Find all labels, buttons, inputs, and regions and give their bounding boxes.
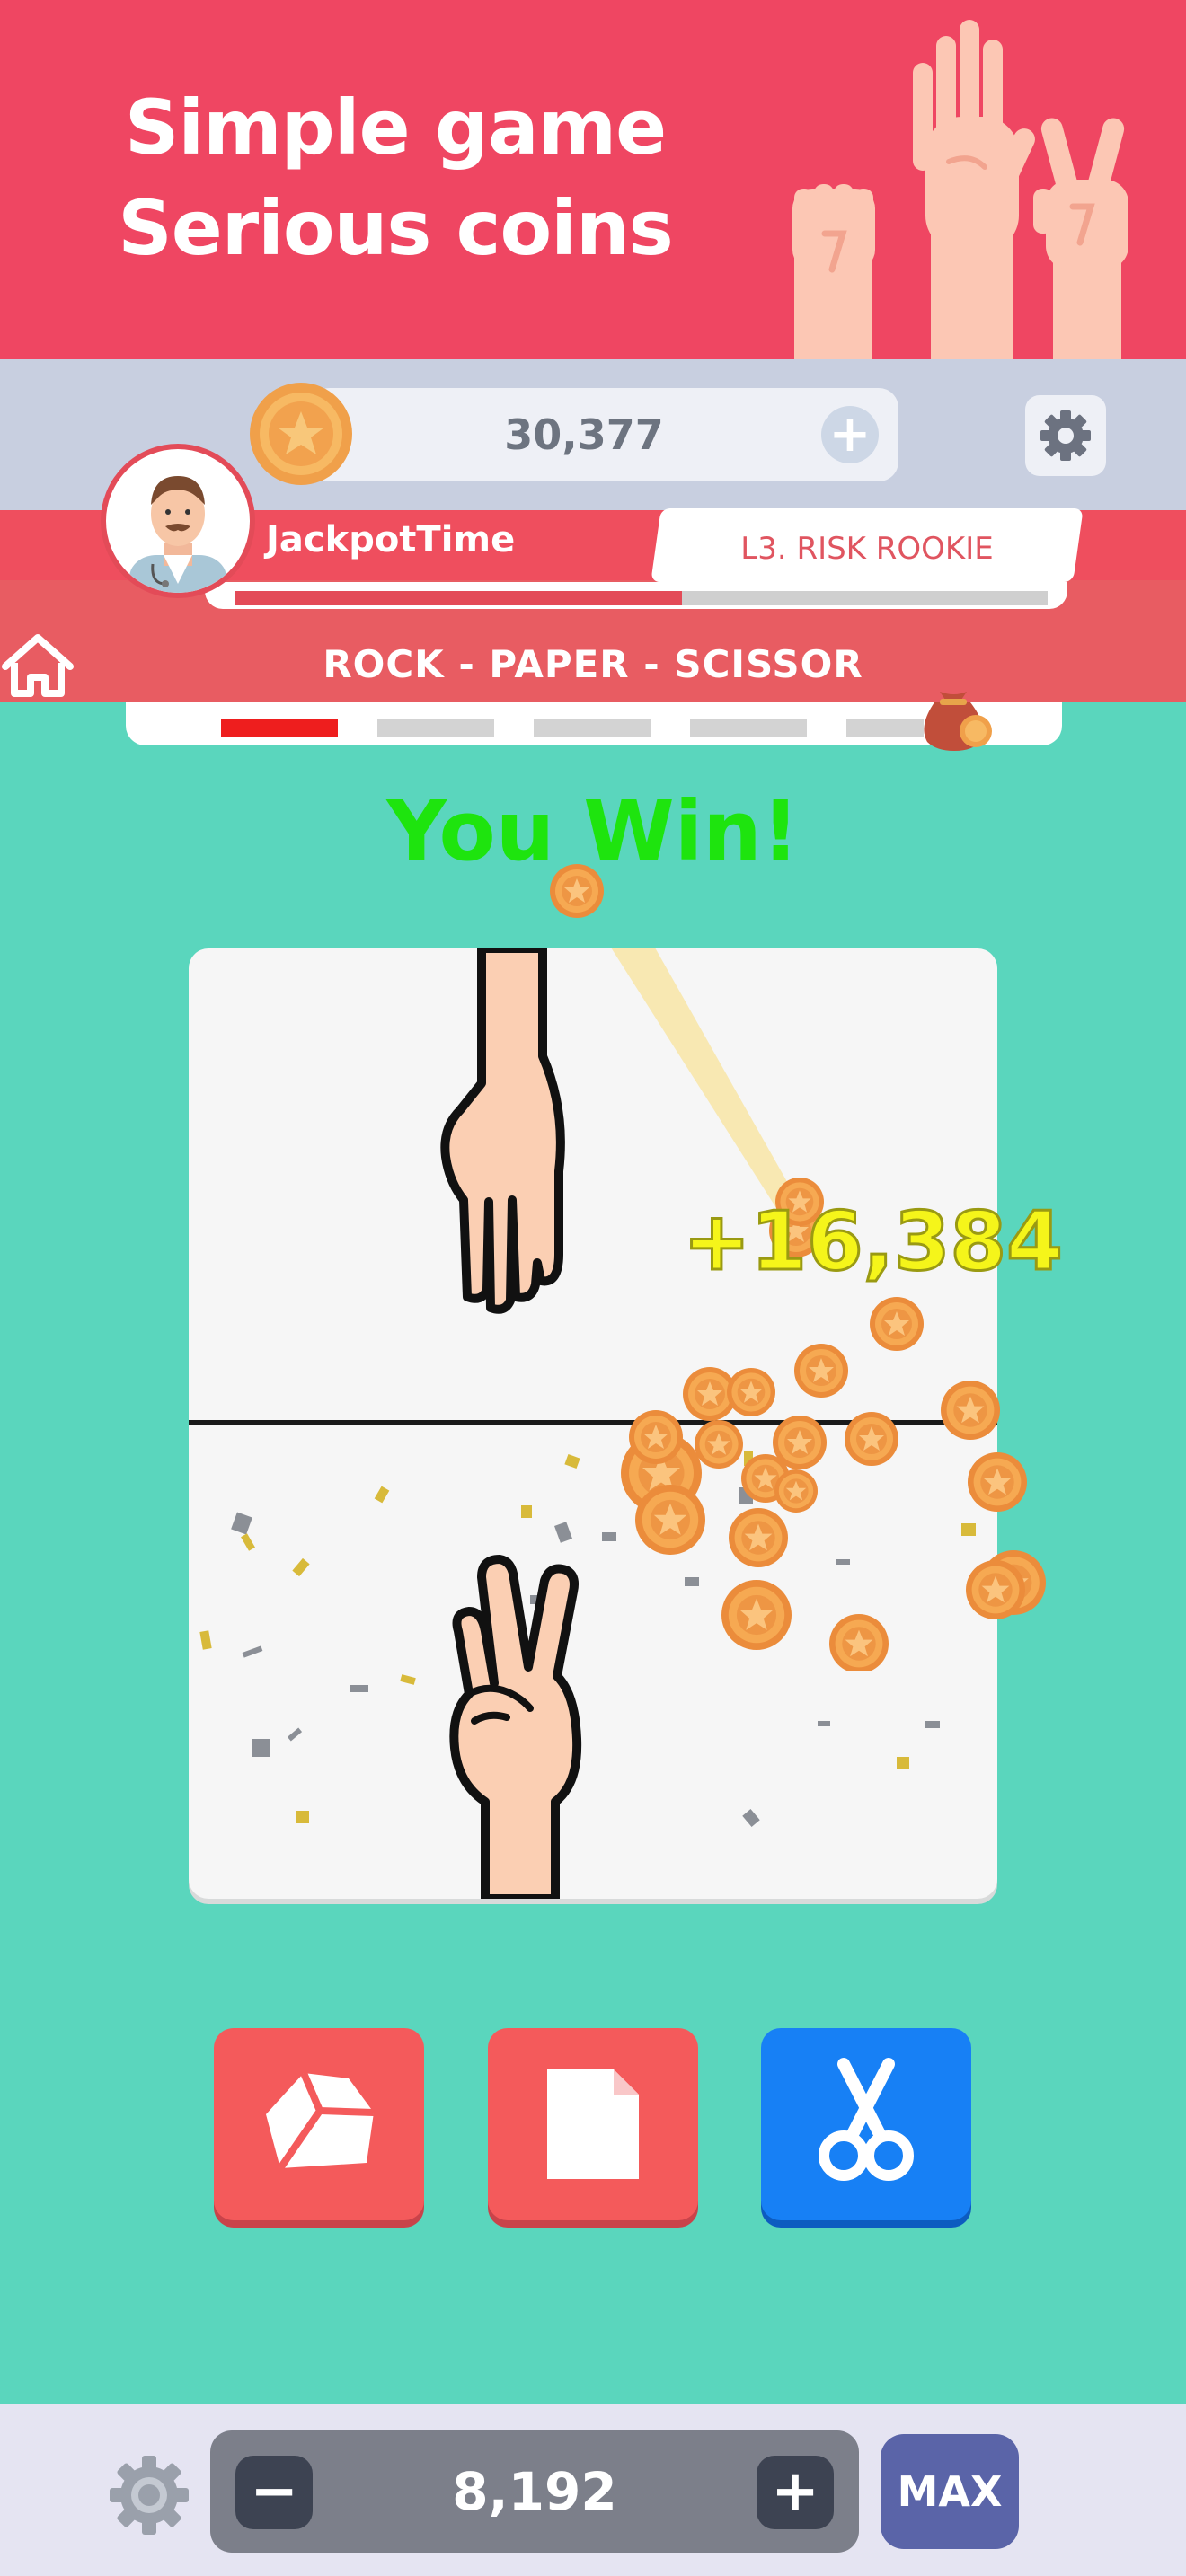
auto-play-gear-icon[interactable] <box>106 2452 192 2538</box>
game-title: ROCK - PAPER - SCISSOR <box>323 642 863 686</box>
round-segment <box>377 719 494 737</box>
avatar[interactable] <box>101 444 255 598</box>
max-bet-button[interactable]: MAX <box>881 2434 1019 2549</box>
gear-icon <box>1040 410 1091 461</box>
paper-icon <box>547 2069 639 2179</box>
settings-button[interactable] <box>1025 395 1106 476</box>
win-amount: +16,384 <box>682 1195 1065 1289</box>
level-progress-fill <box>235 591 682 605</box>
rock-icon <box>266 2071 375 2171</box>
banner-headline-line2: Serious coins <box>118 184 674 272</box>
scissors-button[interactable] <box>761 2028 971 2220</box>
scissors-icon <box>819 2058 914 2181</box>
round-segment <box>690 719 807 737</box>
coin-balance: 30,377 <box>504 410 664 459</box>
player-name: JackpotTime <box>266 519 516 560</box>
add-coins-button[interactable]: + <box>821 406 879 463</box>
rank-label: L3. RISK ROOKIE <box>740 531 994 567</box>
increase-bet-button[interactable]: + <box>757 2456 834 2529</box>
raised-hands-illustration <box>792 20 1128 359</box>
rock-button[interactable] <box>214 2028 424 2220</box>
coin-icon <box>250 383 352 485</box>
doctor-avatar-icon <box>129 476 226 593</box>
promo-banner: Simple game Serious coins <box>0 0 1186 359</box>
banner-headline-line1: Simple game <box>124 84 667 172</box>
round-segment <box>846 719 924 737</box>
decrease-bet-button[interactable]: − <box>235 2456 313 2529</box>
coin-bag-icon <box>924 692 992 751</box>
round-segment-active <box>221 719 338 737</box>
paper-button[interactable] <box>488 2028 698 2220</box>
round-result: You Win! <box>386 783 800 879</box>
round-segment <box>534 719 651 737</box>
